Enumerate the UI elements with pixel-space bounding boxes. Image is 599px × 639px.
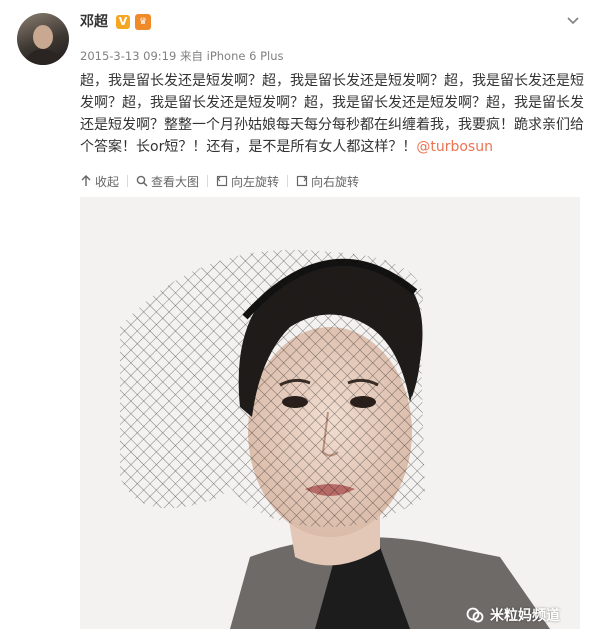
chevron-down-icon[interactable] [566,14,580,28]
view-large-button[interactable]: 查看大图 [136,173,199,190]
rotate-right-label: 向右旋转 [311,174,360,189]
rotate-left-button[interactable]: 向左旋转 [216,173,279,190]
portrait-photo [80,197,580,629]
source-prefix: 来自 [179,49,203,63]
mention-link[interactable]: @turbosun [416,139,493,155]
arrow-up-icon [81,175,91,186]
verified-v-icon: V [116,15,130,29]
collapse-label: 收起 [95,174,120,189]
post-body: 超，我是留长发还是短发啊？超，我是留长发还是短发啊？超，我是留长发还是短发啊？超… [80,73,584,155]
author-name[interactable]: 邓超 [80,13,108,31]
rotate-right-button[interactable]: 向右旋转 [296,173,359,190]
rotate-right-icon [296,175,308,187]
post-text: 超，我是留长发还是短发啊？超，我是留长发还是短发啊？超，我是留长发还是短发啊？超… [80,70,584,158]
search-icon [136,175,148,187]
source-device[interactable]: iPhone 6 Plus [207,49,284,63]
collapse-button[interactable]: 收起 [80,173,119,190]
wechat-channel-icon [466,607,484,623]
post-image[interactable] [80,197,580,629]
weibo-post-card: 邓超 V ♛ 2015-3-13 09:19 来自 iPhone 6 Plus … [0,0,599,639]
timestamp[interactable]: 2015-3-13 09:19 [80,49,176,63]
avatar[interactable] [17,13,69,65]
view-large-label: 查看大图 [151,174,200,189]
rotate-left-label: 向左旋转 [231,174,280,189]
post-meta: 2015-3-13 09:19 来自 iPhone 6 Plus [80,48,283,64]
channel-watermark: 米粒妈频道 [466,604,560,626]
crown-icon: ♛ [135,14,151,30]
watermark-text: 米粒妈频道 [490,608,560,624]
image-toolbar: 收起 查看大图 向左旋转 向右旋转 [80,172,359,190]
rotate-left-icon [216,175,228,187]
